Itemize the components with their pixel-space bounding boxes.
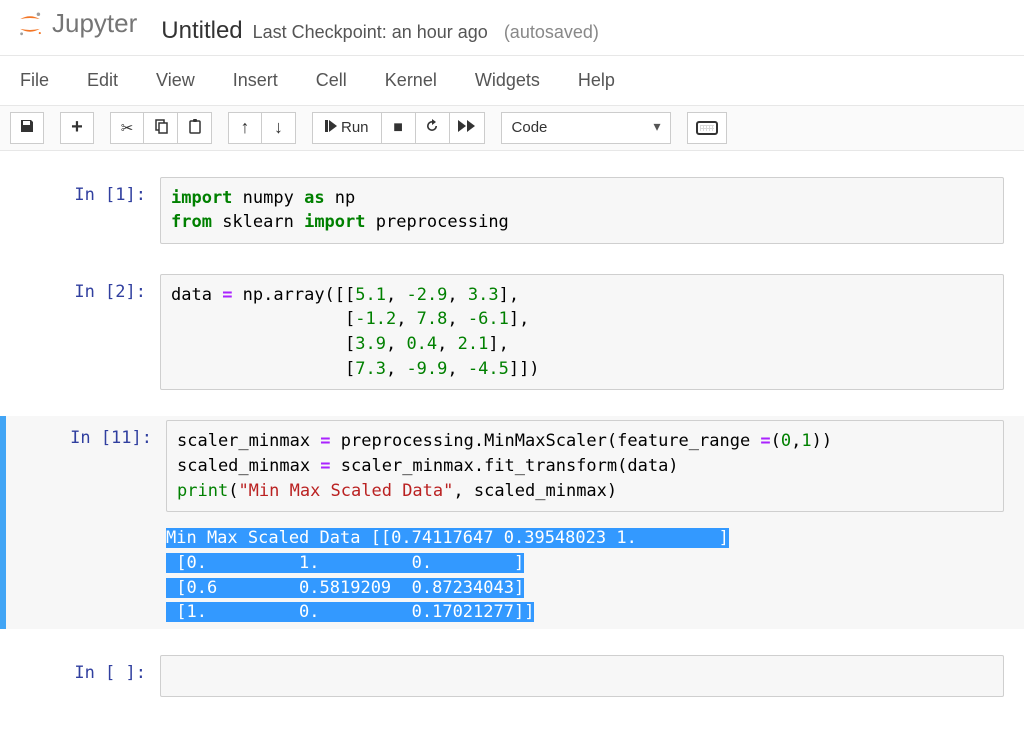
run-label: Run — [341, 119, 369, 136]
title-area: Untitled Last Checkpoint: an hour ago (a… — [161, 17, 599, 45]
cell-3[interactable]: In [11]: scaler_minmax = preprocessing.M… — [0, 416, 1024, 628]
menu-cell[interactable]: Cell — [316, 70, 347, 91]
cell-2-prompt: In [2]: — [0, 274, 160, 391]
jupyter-logo[interactable]: Jupyter — [16, 8, 137, 39]
cell-3-prompt: In [11]: — [6, 420, 166, 624]
cell-2-input[interactable]: data = np.array([[5.1, -2.9, 3.3], [-1.2… — [160, 274, 1004, 391]
menu-widgets[interactable]: Widgets — [475, 70, 540, 91]
move-up-button[interactable]: ↑ — [228, 112, 262, 144]
paste-button[interactable] — [178, 112, 212, 144]
header: Jupyter Untitled Last Checkpoint: an hou… — [0, 0, 1024, 56]
plus-icon: + — [71, 116, 83, 139]
restart-icon — [424, 118, 440, 138]
jupyter-logo-icon — [16, 10, 44, 38]
interrupt-button[interactable]: ■ — [382, 112, 416, 144]
play-icon — [325, 119, 337, 136]
menu-help[interactable]: Help — [578, 70, 615, 91]
cell-4-input[interactable] — [160, 655, 1004, 698]
menu-insert[interactable]: Insert — [233, 70, 278, 91]
cell-3-output[interactable]: Min Max Scaled Data [[0.74117647 0.39548… — [166, 526, 1004, 625]
save-button[interactable] — [10, 112, 44, 144]
notebook-title[interactable]: Untitled — [161, 17, 242, 45]
move-down-button[interactable]: ↓ — [262, 112, 296, 144]
copy-icon — [153, 118, 169, 138]
run-button[interactable]: Run — [312, 112, 382, 144]
restart-button[interactable] — [416, 112, 450, 144]
paste-icon — [187, 118, 203, 138]
stop-icon: ■ — [393, 119, 403, 137]
arrow-down-icon: ↓ — [274, 117, 283, 138]
cell-1-prompt: In [1]: — [0, 177, 160, 244]
jupyter-wordmark: Jupyter — [52, 8, 137, 39]
autosave-status: (autosaved) — [504, 22, 599, 43]
restart-run-all-button[interactable] — [450, 112, 485, 144]
cell-4-prompt: In [ ]: — [0, 655, 160, 698]
copy-button[interactable] — [144, 112, 178, 144]
cut-button[interactable]: ✂ — [110, 112, 144, 144]
cell-type-select-wrap: Code — [501, 112, 671, 144]
toolbar: + ✂ ↑ ↓ Run ■ — [0, 106, 1024, 151]
notebook-container: In [1]: import numpy as np from sklearn … — [0, 151, 1024, 742]
menu-file[interactable]: File — [20, 70, 49, 91]
cell-1[interactable]: In [1]: import numpy as np from sklearn … — [0, 173, 1024, 248]
keyboard-icon — [696, 121, 718, 135]
menubar: File Edit View Insert Cell Kernel Widget… — [0, 56, 1024, 106]
save-icon — [19, 118, 35, 138]
menu-kernel[interactable]: Kernel — [385, 70, 437, 91]
scissors-icon: ✂ — [121, 119, 134, 137]
cell-1-input[interactable]: import numpy as np from sklearn import p… — [160, 177, 1004, 244]
fast-forward-icon — [458, 119, 476, 136]
cell-4[interactable]: In [ ]: — [0, 651, 1024, 702]
add-cell-button[interactable]: + — [60, 112, 94, 144]
command-palette-button[interactable] — [687, 112, 727, 144]
cell-2[interactable]: In [2]: data = np.array([[5.1, -2.9, 3.3… — [0, 270, 1024, 395]
cell-3-input[interactable]: scaler_minmax = preprocessing.MinMaxScal… — [166, 420, 1004, 512]
cell-type-select[interactable]: Code — [501, 112, 671, 144]
menu-edit[interactable]: Edit — [87, 70, 118, 91]
checkpoint-status: Last Checkpoint: an hour ago — [253, 22, 488, 43]
arrow-up-icon: ↑ — [241, 117, 250, 138]
menu-view[interactable]: View — [156, 70, 195, 91]
